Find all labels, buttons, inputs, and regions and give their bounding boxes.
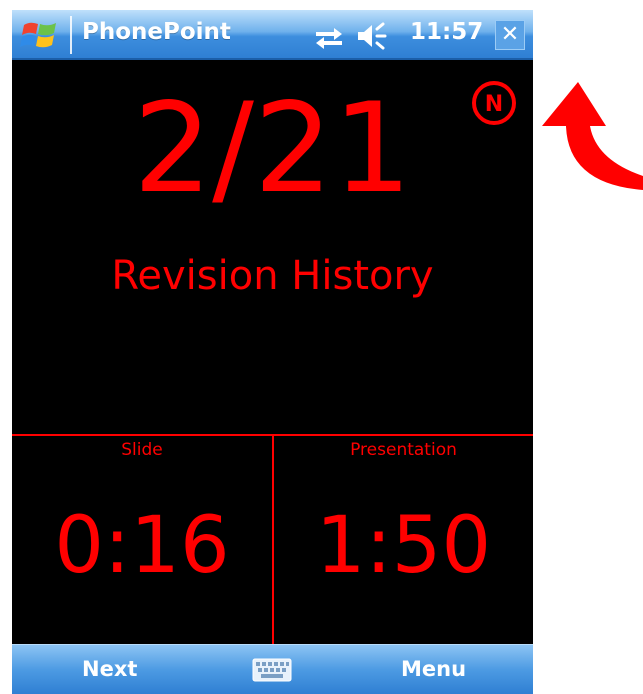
windows-flag-icon[interactable] bbox=[20, 17, 60, 53]
presentation-timer-label: Presentation bbox=[350, 440, 457, 460]
title-bar: PhonePoint 11:57 ✕ bbox=[12, 10, 533, 60]
keyboard-icon[interactable] bbox=[252, 658, 292, 682]
clock-time: 11:57 bbox=[410, 19, 484, 45]
curved-arrow-annotation bbox=[542, 82, 643, 190]
slide-timer-label: Slide bbox=[121, 440, 163, 460]
presentation-timer: 1:50 bbox=[315, 501, 492, 591]
slide-title: Revision History bbox=[111, 253, 434, 299]
close-button[interactable]: ✕ bbox=[495, 20, 525, 50]
status-icons bbox=[316, 22, 387, 50]
next-softkey[interactable]: Next bbox=[82, 657, 137, 681]
softkey-bar: Next Menu bbox=[12, 644, 533, 694]
slide-timer: 0:16 bbox=[54, 501, 230, 591]
app-title: PhonePoint bbox=[82, 19, 231, 45]
menu-softkey[interactable]: Menu bbox=[401, 657, 466, 681]
title-separator bbox=[70, 16, 72, 54]
slide-counter: 2/21 bbox=[133, 77, 412, 221]
close-icon: ✕ bbox=[500, 22, 520, 47]
speaker-volume-icon[interactable] bbox=[358, 22, 387, 50]
connectivity-arrows-icon[interactable] bbox=[316, 28, 342, 49]
phone-screen: PhonePoint 11:57 ✕ N 2/21 Revision Histo… bbox=[12, 10, 533, 694]
